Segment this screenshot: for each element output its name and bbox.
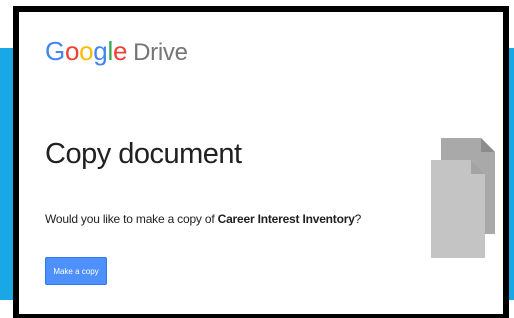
- logo-letter-e: e: [112, 36, 128, 66]
- document-name: Career Interest Inventory: [217, 212, 355, 226]
- google-drive-logo: Google Drive: [45, 38, 188, 65]
- page-title: Copy document: [45, 138, 242, 170]
- logo-product-name: Drive: [133, 39, 188, 66]
- logo-letter-g2: g: [93, 36, 108, 66]
- prompt-suffix: ?: [354, 212, 362, 226]
- copy-documents-icon: [431, 138, 495, 258]
- logo-letter-g: G: [45, 36, 65, 66]
- copy-prompt: Would you like to make a copy of Career …: [45, 212, 361, 226]
- copy-document-panel: Google Drive Copy document Would you like…: [13, 6, 509, 318]
- logo-letter-o1: o: [64, 36, 80, 66]
- screenshot-stage: Google Drive Copy document Would you like…: [0, 0, 514, 318]
- logo-letter-o2: o: [79, 36, 94, 66]
- prompt-prefix: Would you like to make a copy of: [45, 212, 218, 226]
- make-a-copy-button[interactable]: Make a copy: [45, 257, 107, 285]
